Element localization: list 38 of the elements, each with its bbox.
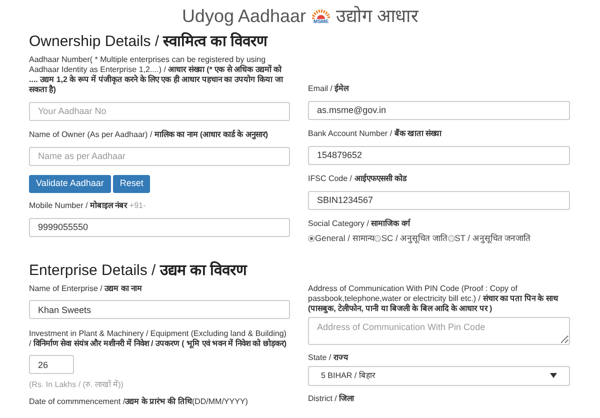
field-label: Social Category / सामाजिक वर्ग xyxy=(308,219,410,228)
text-field[interactable]: Khan Sweets xyxy=(29,300,290,320)
field-label: Date of commmencement /उद्यम के प्रारंभ की तिथि(DD/MM/YYYY) xyxy=(29,396,248,406)
field-label: Name of Enterprise / उद्यम का नाम xyxy=(29,284,142,293)
state-dropdown[interactable]: 5 BIHAR / बिहार xyxy=(308,366,570,386)
country-code: +91- xyxy=(128,201,146,210)
field-label: IFSC Code / आईएफएससी कोड xyxy=(308,174,406,183)
field-label: Aadhaar Number( * Multiple enterprises can be registered by using Aadhaar Identity as Enterprise 1,2....) / आधार संख्या (* एक से अधिक उद्यमों को .... उद्यम 1,2 के रूप में पंजीकृत करने के लिए एक ही आधार पहचान का उपयोग किया जा सकता है) xyxy=(29,55,283,94)
field-label: District / जिला xyxy=(308,394,354,403)
text-field[interactable]: 154879652 xyxy=(308,146,570,164)
radio-label: SC / अनुसूचित जाति xyxy=(381,232,448,245)
field-label: State / राज्य xyxy=(308,352,348,362)
text-field[interactable]: Name as per Aadhaar xyxy=(29,146,290,166)
field-label: Bank Account Number / बैंक खाता संख्या xyxy=(308,129,442,138)
action-button[interactable]: Reset xyxy=(112,175,150,193)
page-title-hindi: उद्योग आधार xyxy=(336,4,418,28)
field-label: Name of Owner (As per Aadhaar) / मालिक का नाम (आधार कार्ड के अनुसार) xyxy=(29,130,268,139)
text-field[interactable]: as.msme@gov.in xyxy=(308,100,570,120)
text-field[interactable]: Your Aadhaar No xyxy=(29,102,290,120)
section-heading: Enterprise Details / उद्यम का विवरण xyxy=(29,260,248,281)
caret-icon xyxy=(550,373,557,378)
text-field[interactable]: SBIN1234567 xyxy=(308,190,570,210)
radio-label: ST / अनुसूचित जनजाति xyxy=(454,232,531,245)
action-button[interactable]: Validate Aadhaar xyxy=(29,175,111,193)
field-label: Mobile Number / मोबाइल नंबर xyxy=(29,201,128,210)
field-label: Email / ईमेल xyxy=(308,84,349,93)
text-field[interactable]: 26 xyxy=(29,355,74,374)
radio-button[interactable] xyxy=(308,234,315,242)
radio-button[interactable] xyxy=(374,234,382,242)
section-heading: Ownership Details / स्वामित्व का विवरण xyxy=(29,32,269,52)
page-title: Udyog Aadhaar xyxy=(182,4,306,28)
address-field[interactable]: Address of Communication With Pin Code xyxy=(308,316,570,345)
field-label: Address of Communication With PIN Code (Proof : Copy of passbook,telephone,water or electricity bill etc.) / संचार का पता पिन के साथ (पासबुक, टेलीफोन, पानी या बिजली के बिल आदि के आधार पर ) xyxy=(308,284,558,313)
field-label: Investment in Plant & Machinery / Equipment (Excluding land & Building) / विनिर्माण सेवा संयंत्र और मशीनरी में निवेश / उपकरण ( भूमि एवं भवन में निवेश को छोड़कर) xyxy=(29,328,287,348)
radio-button[interactable] xyxy=(448,234,455,242)
text-field[interactable]: 9999055550 xyxy=(29,218,290,236)
radio-label: General / सामान्य xyxy=(315,232,374,245)
unit-hint: (Rs. In Lakhs / (रु. लाखों में)) xyxy=(29,378,124,391)
